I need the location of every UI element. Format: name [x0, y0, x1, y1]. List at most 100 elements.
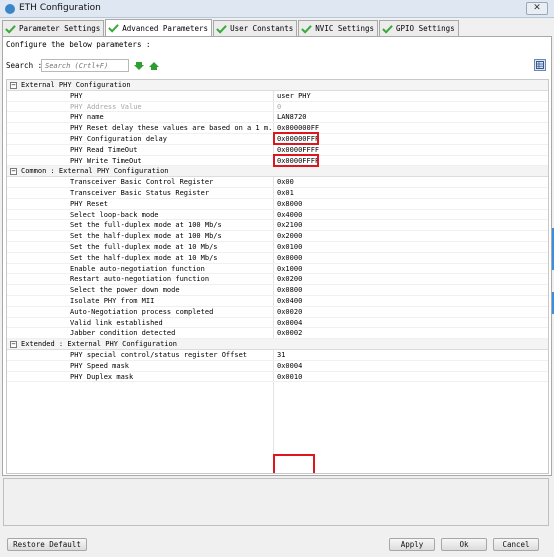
param-row[interactable]: Set the half-duplex mode at 10 Mb/s 0x000… [7, 253, 548, 264]
param-value[interactable]: 0x0004 [277, 361, 302, 372]
apply-button[interactable]: Apply [389, 538, 435, 551]
param-value[interactable]: 0x0400 [277, 296, 302, 307]
restore-default-button[interactable]: Restore Default [7, 538, 87, 551]
param-name: Valid link established [70, 318, 163, 327]
description-box [3, 478, 549, 526]
param-row[interactable]: PHY Duplex mask 0x0010 [7, 372, 548, 383]
param-name: Transceiver Basic Status Register [70, 188, 210, 197]
collapse-icon[interactable]: − [10, 341, 17, 349]
group-header[interactable]: − Common : External PHY Configuration [7, 166, 548, 178]
tab-label: User Constants [230, 24, 294, 33]
param-name: PHY Write TimeOut [70, 156, 142, 165]
param-row[interactable]: Enable auto-negotiation function 0x1000 [7, 264, 548, 275]
param-row[interactable]: Select the power down mode 0x0800 [7, 285, 548, 296]
param-value[interactable]: user PHY [277, 91, 311, 102]
collapse-icon[interactable]: − [10, 82, 17, 89]
param-value[interactable]: 0x0010 [277, 372, 302, 383]
grid-view-icon[interactable] [534, 59, 546, 71]
tab-advanced-parameters[interactable]: Advanced Parameters [105, 19, 213, 36]
param-value[interactable]: 0x2100 [277, 220, 302, 231]
param-row[interactable]: PHY Speed mask 0x0004 [7, 361, 548, 372]
param-name: PHY Read TimeOut [70, 145, 138, 154]
check-icon [382, 24, 393, 34]
param-name: PHY Speed mask [70, 361, 130, 370]
group-title: External PHY Configuration [21, 81, 131, 89]
param-value[interactable]: 31 [277, 350, 285, 361]
check-icon [5, 24, 16, 34]
param-row[interactable]: Jabber condition detected 0x0002 [7, 328, 548, 340]
param-value[interactable]: 0x0020 [277, 307, 302, 318]
param-value[interactable]: 0x2000 [277, 231, 302, 242]
param-name: Select loop-back mode [70, 210, 159, 219]
tab-parameter-settings[interactable]: Parameter Settings [2, 20, 105, 36]
param-value[interactable]: 0x8000 [277, 199, 302, 210]
param-value[interactable]: 0x0000 [277, 253, 302, 264]
arrow-up-icon[interactable] [149, 61, 159, 71]
param-row[interactable]: Auto-Negotiation process completed 0x0020 [7, 307, 548, 318]
param-value: 0 [277, 102, 282, 111]
param-row[interactable]: Transceiver Basic Status Register 0x01 [7, 188, 548, 199]
search-row: Search : [6, 59, 546, 73]
tab-label: GPIO Settings [396, 24, 455, 33]
group-title: Common : External PHY Configuration [21, 167, 169, 176]
close-button[interactable]: ✕ [526, 2, 548, 15]
tab-nvic-settings[interactable]: NVIC Settings [298, 20, 378, 36]
param-row[interactable]: PHY Reset 0x8000 [7, 199, 548, 210]
param-row[interactable]: Valid link established 0x0004 [7, 318, 548, 329]
arrow-down-icon[interactable] [134, 61, 144, 71]
tab-user-constants[interactable]: User Constants [213, 20, 298, 36]
param-row[interactable]: Isolate PHY from MII 0x0400 [7, 296, 548, 307]
window-titlebar: ETH Configuration ✕ [0, 0, 554, 18]
param-row[interactable]: PHY special control/status register Offs… [7, 350, 548, 361]
param-row: PHY Address Value 0 [7, 102, 548, 113]
param-value[interactable]: 0x0200 [277, 274, 302, 285]
param-name: Set the full-duplex mode at 100 Mb/s [70, 221, 222, 230]
param-name: Enable auto-negotiation function [70, 264, 205, 273]
param-row[interactable]: Set the full-duplex mode at 100 Mb/s 0x21… [7, 220, 548, 232]
param-row[interactable]: Restart auto-negotiation function 0x0200 [7, 274, 548, 286]
param-name: Auto-Negotiation process completed [70, 307, 214, 316]
check-icon [108, 24, 120, 33]
param-row[interactable]: Set the half-duplex mode at 100 Mb/s 0x20… [7, 231, 548, 242]
group-header[interactable]: − Extended : External PHY Configuration [7, 339, 548, 350]
param-row[interactable]: PHY name LAN8720 [7, 112, 548, 124]
highlight-box-extended [273, 454, 315, 473]
param-name: Restart auto-negotiation function [70, 275, 210, 284]
advanced-parameters-panel: Configure the below parameters : Search … [2, 36, 552, 476]
instruction-text: Configure the below parameters : [6, 40, 151, 49]
tab-gpio-settings[interactable]: GPIO Settings [379, 20, 459, 36]
param-name: PHY Reset delay these values are based o… [70, 124, 273, 133]
tab-bar: Parameter Settings Advanced Parameters U… [2, 19, 460, 36]
param-name: PHY Address Value [70, 102, 142, 111]
param-row[interactable]: Set the full-duplex mode at 10 Mb/s 0x010… [7, 242, 548, 253]
collapse-icon[interactable]: − [10, 168, 17, 176]
param-row[interactable]: Select loop-back mode 0x4000 [7, 210, 548, 221]
param-value[interactable]: 0x0002 [277, 328, 302, 339]
param-value[interactable]: 0x00 [277, 177, 294, 188]
window-title: ETH Configuration [19, 3, 101, 13]
param-name: Set the half-duplex mode at 10 Mb/s [70, 253, 218, 262]
param-name: Select the power down mode [70, 286, 180, 295]
param-value[interactable]: 0x1000 [277, 264, 302, 275]
param-value[interactable]: 0x0004 [277, 318, 302, 329]
highlight-box-phy-name [273, 154, 319, 167]
param-value[interactable]: 0x0100 [277, 242, 302, 253]
param-value[interactable]: LAN8720 [277, 112, 307, 123]
group-header[interactable]: − External PHY Configuration [7, 80, 548, 91]
search-input[interactable] [41, 59, 129, 72]
tab-label: NVIC Settings [315, 24, 374, 33]
param-name: Isolate PHY from MII [70, 296, 155, 305]
param-row[interactable]: Transceiver Basic Control Register 0x00 [7, 177, 548, 188]
param-name: Transceiver Basic Control Register [70, 178, 214, 187]
ok-button[interactable]: Ok [441, 538, 487, 551]
param-value[interactable]: 0x0800 [277, 285, 302, 296]
param-name: PHY Reset [70, 199, 108, 208]
param-value[interactable]: 0x4000 [277, 210, 302, 221]
param-name: PHY Duplex mask [70, 372, 134, 381]
param-value[interactable]: 0x01 [277, 188, 294, 199]
param-row[interactable]: PHY user PHY [7, 91, 548, 102]
highlight-box-phy [273, 132, 319, 145]
param-name: PHY name [70, 113, 104, 122]
cancel-button[interactable]: Cancel [493, 538, 539, 551]
param-name: Jabber condition detected [70, 329, 176, 338]
